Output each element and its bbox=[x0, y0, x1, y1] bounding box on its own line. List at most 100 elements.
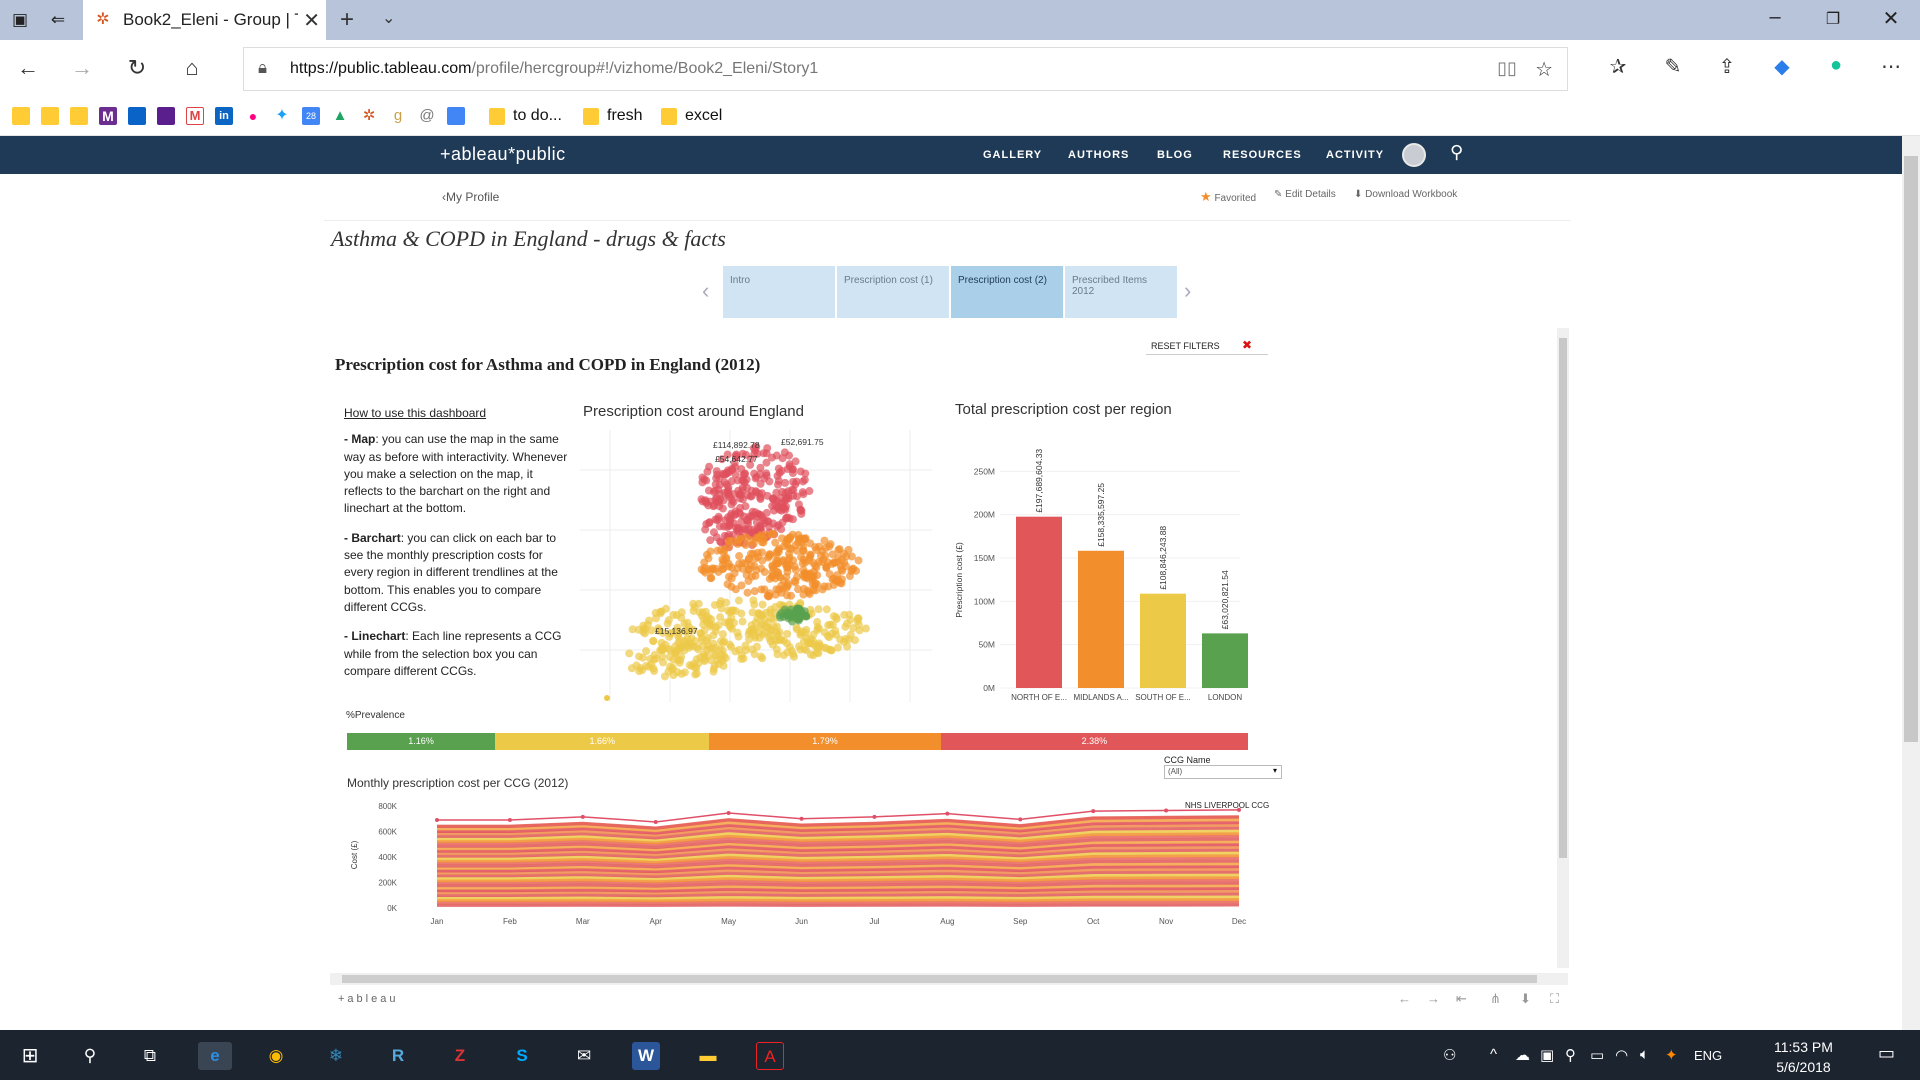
map-ccg-point[interactable] bbox=[825, 542, 834, 551]
map-ccg-point[interactable] bbox=[644, 662, 653, 671]
map-ccg-point[interactable] bbox=[747, 621, 756, 630]
england-map[interactable]: £114,892.78 £52,691.75 £54,642.77 £15,13… bbox=[580, 430, 932, 702]
back-icon[interactable]: ← bbox=[13, 55, 43, 81]
map-ccg-point[interactable] bbox=[664, 616, 673, 625]
map-ccg-point[interactable] bbox=[773, 630, 782, 639]
map-ccg-point[interactable] bbox=[735, 559, 744, 568]
web-note-icon[interactable]: ✎ bbox=[1658, 54, 1688, 79]
map-ccg-point[interactable] bbox=[737, 581, 746, 590]
clock[interactable]: 11:53 PM 5/6/2018 bbox=[1774, 1037, 1833, 1077]
map-ccg-point[interactable] bbox=[825, 633, 834, 642]
map-ccg-point[interactable] bbox=[727, 464, 736, 473]
map-ccg-point[interactable] bbox=[784, 614, 793, 623]
map-ccg-point[interactable] bbox=[716, 613, 725, 622]
search-icon[interactable]: ⚲ bbox=[1450, 142, 1463, 163]
map-ccg-point[interactable] bbox=[754, 609, 763, 618]
tab-list-chevron-icon[interactable]: ⌄ bbox=[382, 8, 395, 28]
bar-2[interactable] bbox=[1140, 593, 1186, 688]
map-ccg-point[interactable] bbox=[734, 486, 743, 495]
bar-0[interactable] bbox=[1016, 516, 1062, 688]
more-icon[interactable]: ⋯ bbox=[1876, 54, 1906, 79]
map-ccg-point[interactable] bbox=[797, 553, 806, 562]
map-ccg-point[interactable] bbox=[782, 513, 791, 522]
map-ccg-point[interactable] bbox=[651, 614, 660, 623]
map-ccg-point[interactable] bbox=[604, 695, 610, 701]
page-scrollbar[interactable] bbox=[1902, 136, 1920, 1030]
map-ccg-point[interactable] bbox=[738, 617, 747, 626]
map-ccg-point[interactable] bbox=[716, 599, 725, 608]
map-ccg-point[interactable] bbox=[752, 642, 761, 651]
people-icon[interactable]: ⚇ bbox=[1443, 1046, 1456, 1064]
map-ccg-point[interactable] bbox=[843, 619, 852, 628]
map-ccg-point[interactable] bbox=[716, 546, 725, 555]
map-ccg-point[interactable] bbox=[737, 525, 746, 534]
map-ccg-point[interactable] bbox=[750, 562, 759, 571]
map-ccg-point[interactable] bbox=[737, 517, 746, 526]
map-ccg-point[interactable] bbox=[718, 504, 727, 513]
map-ccg-point[interactable] bbox=[703, 645, 712, 654]
bookmark-m-icon[interactable]: M bbox=[99, 107, 117, 125]
map-ccg-point[interactable] bbox=[774, 571, 783, 580]
map-ccg-point[interactable] bbox=[752, 533, 761, 542]
bookmark-folder-icon[interactable] bbox=[12, 107, 30, 125]
map-ccg-point[interactable] bbox=[813, 626, 822, 635]
map-ccg-point[interactable] bbox=[741, 502, 750, 511]
language-indicator[interactable]: ENG bbox=[1694, 1048, 1722, 1063]
map-ccg-point[interactable] bbox=[853, 616, 862, 625]
prevalence-segment-3[interactable]: 2.38% bbox=[940, 733, 1248, 750]
map-ccg-point[interactable] bbox=[714, 514, 723, 523]
map-ccg-point[interactable] bbox=[777, 608, 786, 617]
map-ccg-point[interactable] bbox=[827, 646, 836, 655]
bar-3[interactable] bbox=[1202, 633, 1248, 688]
map-ccg-point[interactable] bbox=[628, 625, 637, 634]
map-ccg-point[interactable] bbox=[649, 636, 658, 645]
bookmark-folder-fresh[interactable]: fresh bbox=[583, 105, 643, 127]
map-ccg-point[interactable] bbox=[783, 648, 792, 657]
mail-icon[interactable]: ✉ bbox=[570, 1042, 598, 1070]
fullscreen-icon[interactable]: ⛶ bbox=[1550, 991, 1559, 1007]
map-ccg-point[interactable] bbox=[676, 643, 685, 652]
tableau-public-logo[interactable]: +ableau*public bbox=[440, 144, 566, 165]
map-ccg-point[interactable] bbox=[832, 615, 841, 624]
line-point[interactable] bbox=[507, 818, 512, 823]
favorited-action[interactable]: ★ Favorited bbox=[1200, 189, 1256, 205]
map-ccg-point[interactable] bbox=[809, 572, 818, 581]
bookmark-linkedin-icon[interactable]: in bbox=[215, 107, 233, 125]
map-ccg-point[interactable] bbox=[765, 589, 774, 598]
map-ccg-point[interactable] bbox=[783, 639, 792, 648]
map-ccg-point[interactable] bbox=[699, 615, 708, 624]
map-ccg-point[interactable] bbox=[814, 605, 823, 614]
line-point[interactable] bbox=[653, 819, 658, 824]
bookmark-outlook-icon[interactable] bbox=[128, 107, 146, 125]
map-ccg-point[interactable] bbox=[724, 542, 733, 551]
windows-start-icon[interactable]: ⊞ bbox=[16, 1042, 44, 1070]
map-ccg-point[interactable] bbox=[703, 550, 712, 559]
story-point-cost-1[interactable]: Prescription cost (1) bbox=[837, 266, 949, 318]
map-ccg-point[interactable] bbox=[799, 477, 808, 486]
map-ccg-point[interactable] bbox=[774, 547, 783, 556]
map-ccg-point[interactable] bbox=[770, 623, 779, 632]
bookmark-drive-icon[interactable]: ▲ bbox=[331, 107, 349, 125]
map-ccg-point[interactable] bbox=[752, 473, 761, 482]
region-bar-chart[interactable]: Prescription cost (£) 0M 50M 100M 150M 200M 2… bbox=[950, 430, 1250, 710]
map-ccg-point[interactable] bbox=[735, 552, 744, 561]
map-ccg-point[interactable] bbox=[737, 651, 746, 660]
ccg-line[interactable] bbox=[437, 898, 1240, 903]
map-ccg-point[interactable] bbox=[729, 618, 738, 627]
set-tabs-aside-icon[interactable]: ⇐ bbox=[47, 10, 69, 30]
map-ccg-point[interactable] bbox=[713, 470, 722, 479]
map-ccg-point[interactable] bbox=[657, 645, 666, 654]
map-ccg-point[interactable] bbox=[751, 554, 760, 563]
map-ccg-point[interactable] bbox=[689, 599, 698, 608]
tray-chevron-icon[interactable]: ^ bbox=[1490, 1046, 1497, 1063]
acrobat-icon[interactable]: A bbox=[756, 1042, 784, 1070]
nav-gallery[interactable]: GALLERY bbox=[983, 149, 1042, 161]
map-ccg-point[interactable] bbox=[764, 517, 773, 526]
map-ccg-point[interactable] bbox=[740, 478, 749, 487]
favorite-star-icon[interactable]: ☆ bbox=[1535, 57, 1553, 82]
map-ccg-point[interactable] bbox=[796, 467, 805, 476]
refresh-icon[interactable]: ↻ bbox=[122, 55, 152, 81]
map-ccg-point[interactable] bbox=[759, 449, 768, 458]
map-ccg-point[interactable] bbox=[795, 614, 804, 623]
map-ccg-point[interactable] bbox=[781, 502, 790, 511]
